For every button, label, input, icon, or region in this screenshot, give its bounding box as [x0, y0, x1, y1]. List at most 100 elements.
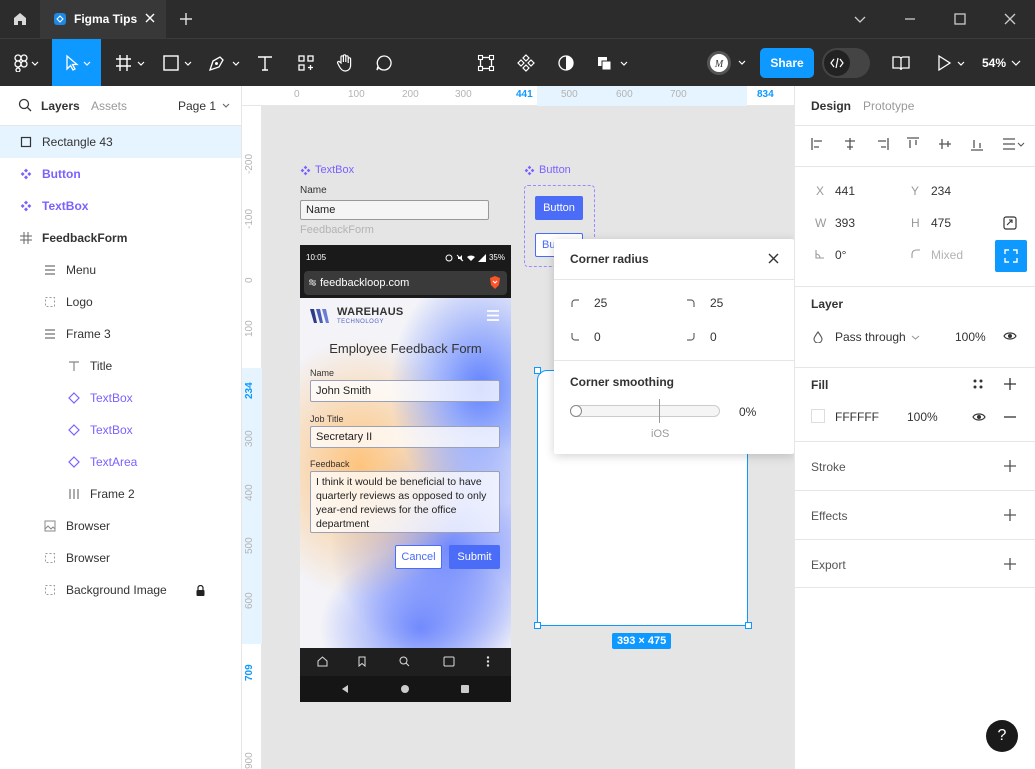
- close-icon[interactable]: [767, 252, 780, 265]
- bookmark-icon[interactable]: [357, 656, 367, 667]
- layer-row[interactable]: TextArea: [0, 446, 241, 478]
- pen-tool[interactable]: [206, 39, 242, 87]
- shape-tool[interactable]: [158, 39, 196, 87]
- y-input[interactable]: 234: [931, 184, 951, 198]
- name-field[interactable]: John Smith: [310, 380, 500, 402]
- search-icon[interactable]: [399, 656, 410, 667]
- text-tool[interactable]: [252, 39, 278, 87]
- search-icon[interactable]: [18, 98, 32, 112]
- button-variant-primary[interactable]: Button: [535, 196, 583, 220]
- constrain-proportions-icon[interactable]: [1003, 216, 1017, 230]
- feedback-textarea[interactable]: I think it would be beneficial to have q…: [310, 471, 500, 533]
- x-input[interactable]: 441: [835, 184, 855, 198]
- align-horizontal-center-icon[interactable]: [843, 137, 857, 151]
- frame-tool[interactable]: [112, 39, 148, 87]
- lock-icon[interactable]: [196, 584, 205, 596]
- corner-smoothing-slider[interactable]: [570, 399, 720, 423]
- recents-icon[interactable]: [460, 684, 470, 694]
- layer-row[interactable]: TextBox: [0, 190, 241, 222]
- layer-row[interactable]: TextBox: [0, 382, 241, 414]
- layer-row[interactable]: Frame 2: [0, 478, 241, 510]
- align-top-icon[interactable]: [906, 137, 920, 151]
- layer-row[interactable]: Title: [0, 350, 241, 382]
- edit-object-button[interactable]: [474, 39, 498, 87]
- close-tab-icon[interactable]: [144, 12, 156, 24]
- style-grid-icon[interactable]: [972, 378, 984, 390]
- present-button[interactable]: [932, 39, 970, 87]
- share-button[interactable]: Share: [760, 48, 814, 78]
- new-tab-icon[interactable]: [178, 11, 194, 27]
- layer-row[interactable]: Browser: [0, 510, 241, 542]
- blend-mode-select[interactable]: Pass through: [835, 330, 920, 344]
- feedback-form-frame[interactable]: 10:05 35% feedbackloop.com WAREHAUS TECH…: [300, 245, 511, 702]
- textbox-component-field[interactable]: Name: [300, 200, 489, 220]
- tab-assets[interactable]: Assets: [91, 99, 127, 113]
- hamburger-menu-icon[interactable]: [487, 310, 499, 321]
- chevron-down-icon[interactable]: [852, 11, 868, 27]
- main-menu-button[interactable]: [6, 39, 46, 87]
- add-export-icon[interactable]: [1004, 558, 1016, 570]
- feedback-form-frame-label[interactable]: FeedbackForm: [300, 224, 374, 236]
- dev-mode-toggle[interactable]: [822, 48, 870, 78]
- w-input[interactable]: 393: [835, 216, 855, 230]
- home-button[interactable]: [0, 0, 40, 38]
- align-right-icon[interactable]: [875, 137, 889, 151]
- align-left-icon[interactable]: [811, 137, 825, 151]
- resources-tool[interactable]: [292, 39, 320, 87]
- mask-button[interactable]: [554, 39, 578, 87]
- bottom-right-radius-input[interactable]: 0: [686, 328, 786, 346]
- layer-row[interactable]: Browser: [0, 542, 241, 574]
- rotation-input[interactable]: 0°: [835, 248, 846, 262]
- corner-smoothing-value[interactable]: 0%: [739, 405, 756, 419]
- top-left-radius-input[interactable]: 25: [570, 294, 680, 312]
- layer-row[interactable]: TextBox: [0, 414, 241, 446]
- add-stroke-icon[interactable]: [1004, 460, 1016, 472]
- create-component-button[interactable]: [514, 39, 538, 87]
- comment-tool[interactable]: [372, 39, 396, 87]
- job-title-field[interactable]: Secretary II: [310, 426, 500, 448]
- back-icon[interactable]: [340, 684, 350, 694]
- resize-handle-bottom-left[interactable]: [534, 622, 541, 629]
- cancel-button[interactable]: Cancel: [395, 545, 442, 569]
- move-tool[interactable]: [52, 39, 101, 87]
- tab-layers[interactable]: Layers: [41, 99, 80, 113]
- library-button[interactable]: [888, 39, 914, 87]
- home-circle-icon[interactable]: [400, 684, 410, 694]
- home-icon[interactable]: [317, 656, 328, 667]
- layer-row[interactable]: Button: [0, 158, 241, 190]
- h-input[interactable]: 475: [931, 216, 951, 230]
- resize-handle-top-left[interactable]: [534, 367, 541, 374]
- tabs-icon[interactable]: [443, 656, 455, 667]
- hand-tool[interactable]: [332, 39, 358, 87]
- brave-shield-icon[interactable]: [489, 276, 501, 290]
- fill-swatch[interactable]: [811, 409, 825, 423]
- fill-hex-input[interactable]: FFFFFF: [835, 410, 879, 424]
- eye-icon[interactable]: [1003, 331, 1017, 341]
- fill-opacity-input[interactable]: 100%: [907, 410, 938, 424]
- eye-icon[interactable]: [972, 412, 986, 422]
- button-component-title[interactable]: Button: [524, 164, 571, 176]
- tab-prototype[interactable]: Prototype: [863, 99, 914, 113]
- align-bottom-icon[interactable]: [970, 137, 984, 151]
- layer-row[interactable]: Menu: [0, 254, 241, 286]
- browser-address-bar[interactable]: feedbackloop.com: [304, 271, 507, 295]
- file-tab[interactable]: Figma Tips: [40, 0, 166, 38]
- layer-opacity-input[interactable]: 100%: [955, 330, 986, 344]
- distribute-icon[interactable]: [1002, 137, 1026, 151]
- add-fill-icon[interactable]: [1004, 378, 1016, 390]
- independent-corners-button[interactable]: [995, 240, 1027, 272]
- top-right-radius-input[interactable]: 25: [686, 294, 786, 312]
- help-button[interactable]: ?: [986, 720, 1018, 752]
- multiplayer-avatar[interactable]: M: [702, 39, 752, 87]
- layer-row[interactable]: Frame 3: [0, 318, 241, 350]
- layer-row[interactable]: Background Image: [0, 574, 241, 606]
- zoom-control[interactable]: 54%: [982, 39, 1022, 87]
- align-vertical-center-icon[interactable]: [938, 137, 952, 151]
- page-selector[interactable]: Page 1: [178, 99, 231, 113]
- layer-row[interactable]: Rectangle 43: [0, 126, 241, 158]
- bottom-left-radius-input[interactable]: 0: [570, 328, 680, 346]
- more-vertical-icon[interactable]: [486, 656, 490, 667]
- add-effect-icon[interactable]: [1004, 509, 1016, 521]
- close-window-icon[interactable]: [1002, 11, 1018, 27]
- corner-radius-input[interactable]: Mixed: [931, 248, 963, 262]
